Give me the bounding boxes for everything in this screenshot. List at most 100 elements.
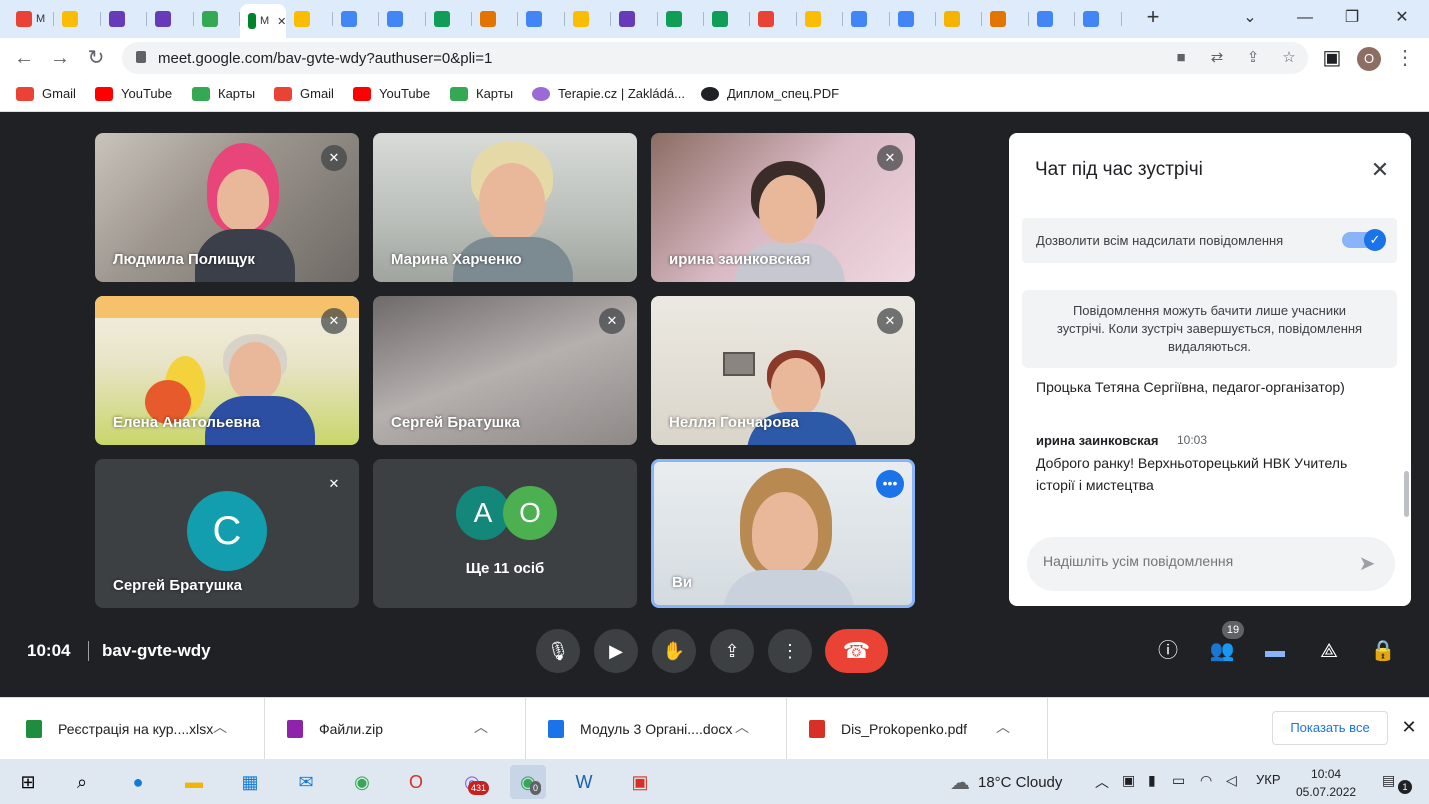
browser-tab[interactable] xyxy=(797,6,844,32)
chevron-up-icon[interactable]: ︿ xyxy=(471,717,491,737)
self-tile[interactable]: ••• Ви xyxy=(651,459,915,608)
browser-tab[interactable]: M xyxy=(8,6,55,32)
share-icon[interactable]: ⇪ xyxy=(1244,49,1262,67)
chevron-up-icon[interactable]: ︿ xyxy=(210,717,230,737)
participant-tile[interactable]: ✕ ирина заинковская xyxy=(651,133,915,282)
download-item[interactable]: Реєстрація на кур....xlsx ︿ xyxy=(4,698,265,760)
bookmark-youtube[interactable]: YouTube xyxy=(95,86,172,101)
battery-icon[interactable]: ▭ xyxy=(1172,772,1185,789)
browser-tab[interactable] xyxy=(472,6,519,32)
reload-icon[interactable]: ↻ xyxy=(84,46,108,70)
browser-tab[interactable] xyxy=(518,6,565,32)
browser-tab[interactable] xyxy=(286,6,333,32)
participant-tile[interactable]: C ✕ Сергей Братушка xyxy=(95,459,359,608)
back-icon[interactable]: ← xyxy=(12,46,36,70)
browser-tab[interactable] xyxy=(704,6,751,32)
system-clock[interactable]: 10:04 05.07.2022 xyxy=(1296,765,1356,801)
address-bar[interactable]: meet.google.com/bav-gvte-wdy?authuser=0&… xyxy=(122,42,1308,74)
chat-input[interactable] xyxy=(1043,553,1333,569)
bookmark-gmail-2[interactable]: Gmail xyxy=(274,86,334,101)
browser-tab[interactable] xyxy=(101,6,148,32)
mail-icon[interactable]: ✉ xyxy=(288,765,324,799)
new-tab-button[interactable]: + xyxy=(1142,6,1164,29)
browser-tab[interactable]: M ✕ xyxy=(240,4,287,38)
close-icon[interactable]: ✕ xyxy=(1367,157,1393,183)
close-tab-icon[interactable]: ✕ xyxy=(277,15,286,28)
profile-avatar[interactable]: O xyxy=(1357,47,1381,71)
tab-search-icon[interactable]: ⌄ xyxy=(1238,6,1262,30)
browser-tab[interactable] xyxy=(147,6,194,32)
windows-start-icon[interactable]: ⊞ xyxy=(10,765,46,799)
chevron-up-icon[interactable]: ︿ xyxy=(732,717,752,737)
bookmark-youtube-2[interactable]: YouTube xyxy=(353,86,430,101)
browser-tab[interactable] xyxy=(379,6,426,32)
chrome-active-icon[interactable]: ◉ xyxy=(510,765,546,799)
translate-icon[interactable]: ⇄ xyxy=(1208,49,1226,67)
word-icon[interactable]: W xyxy=(566,765,602,799)
more-participants-tile[interactable]: A O Ще 11 осіб xyxy=(373,459,637,608)
download-item[interactable]: Модуль 3 Органі....docx ︿ xyxy=(526,698,787,760)
restore-button[interactable]: ❐ xyxy=(1340,6,1364,30)
download-item[interactable]: Файли.zip ︿ xyxy=(265,698,526,760)
app-icon[interactable]: ▣ xyxy=(622,765,658,799)
tray-chevron-icon[interactable]: ︿ xyxy=(1095,772,1109,792)
edge-icon[interactable]: ● xyxy=(120,765,156,799)
browser-tab[interactable] xyxy=(843,6,890,32)
store-icon[interactable]: ▦ xyxy=(232,765,268,799)
chat-input-box[interactable]: ➤ xyxy=(1027,537,1395,591)
browser-tab[interactable] xyxy=(54,6,101,32)
raise-hand-button[interactable]: ✋ xyxy=(652,629,696,673)
browser-tab[interactable] xyxy=(750,6,797,32)
browser-tab[interactable] xyxy=(658,6,704,32)
chrome-icon[interactable]: ◉ xyxy=(344,765,380,799)
check-icon[interactable]: ✓ xyxy=(1364,229,1386,251)
tray-app-icon[interactable]: ▣ xyxy=(1122,772,1135,789)
participant-tile[interactable]: ✕ Елена Анатольевна xyxy=(95,296,359,445)
participant-tile[interactable]: ✕ Сергей Братушка xyxy=(373,296,637,445)
side-panel-icon[interactable]: ▣ xyxy=(1320,46,1344,70)
opera-icon[interactable]: O xyxy=(398,765,434,799)
browser-tab[interactable] xyxy=(936,6,983,32)
browser-tab[interactable] xyxy=(611,6,658,32)
search-icon[interactable]: ⌕ xyxy=(64,765,100,799)
host-controls-icon[interactable]: 🔒 xyxy=(1370,638,1396,664)
browser-tab[interactable] xyxy=(890,6,936,32)
camera-button[interactable]: ▶ xyxy=(594,629,638,673)
language-indicator[interactable]: УКР xyxy=(1256,772,1281,787)
activities-icon[interactable]: ⟁ xyxy=(1316,638,1342,664)
url-text[interactable]: meet.google.com/bav-gvte-wdy?authuser=0&… xyxy=(158,50,492,67)
bookmark-maps[interactable]: Карты xyxy=(192,86,255,101)
bookmark-terapie[interactable]: Terapie.cz | Zakládá... xyxy=(532,86,685,101)
chevron-up-icon[interactable]: ︿ xyxy=(993,717,1013,737)
microphone-tray-icon[interactable]: ▮ xyxy=(1148,772,1156,789)
close-window-button[interactable]: ✕ xyxy=(1390,6,1414,30)
leave-call-button[interactable]: ☎ xyxy=(825,629,888,673)
meeting-code[interactable]: bav-gvte-wdy xyxy=(102,641,211,661)
browser-tab[interactable] xyxy=(333,6,380,32)
present-button[interactable]: ⇪ xyxy=(710,629,754,673)
browser-tab[interactable] xyxy=(982,6,1029,32)
bookmark-gmail[interactable]: Gmail xyxy=(16,86,76,101)
browser-tab[interactable] xyxy=(565,6,612,32)
wifi-icon[interactable]: ◠ xyxy=(1200,772,1212,789)
bookmark-maps-2[interactable]: Карты xyxy=(450,86,513,101)
browser-tab[interactable] xyxy=(426,6,472,32)
download-item[interactable]: Dis_Prokopenko.pdf ︿ xyxy=(787,698,1048,760)
chat-icon[interactable]: ▬ xyxy=(1262,638,1288,664)
microphone-button[interactable]: 🎙 xyxy=(536,629,580,673)
camera-icon[interactable]: ■ xyxy=(1172,49,1190,67)
file-explorer-icon[interactable]: ▬ xyxy=(176,765,212,799)
volume-icon[interactable]: ◁ xyxy=(1226,772,1237,789)
participant-tile[interactable]: Марина Харченко xyxy=(373,133,637,282)
people-icon[interactable]: 👥 xyxy=(1209,638,1235,664)
menu-icon[interactable]: ⋮ xyxy=(1393,46,1417,70)
more-options-icon[interactable]: ••• xyxy=(876,470,904,498)
star-icon[interactable]: ☆ xyxy=(1280,49,1298,67)
browser-tab[interactable] xyxy=(1029,6,1076,32)
weather-widget[interactable]: ☁ 18°C Cloudy xyxy=(950,770,1062,795)
notifications-icon[interactable]: ▤ xyxy=(1382,772,1395,789)
participant-tile[interactable]: ✕ Нелля Гончарова xyxy=(651,296,915,445)
meeting-info-icon[interactable]: ⓘ xyxy=(1155,638,1181,664)
browser-tab[interactable] xyxy=(194,6,240,32)
minimize-button[interactable]: — xyxy=(1293,6,1317,30)
